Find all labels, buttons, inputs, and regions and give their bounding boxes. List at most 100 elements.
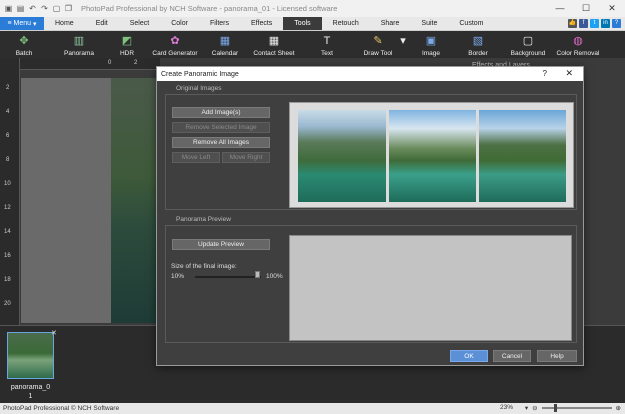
tool-text[interactable]: T Text: [316, 31, 338, 58]
tab-share[interactable]: Share: [370, 17, 411, 30]
ruler-left-label: 20: [4, 301, 11, 307]
copy-icon[interactable]: ❐: [64, 4, 73, 13]
size-slider-thumb[interactable]: [255, 271, 260, 278]
border-icon: ▧: [472, 35, 484, 47]
original-images-title: Original Images: [176, 85, 222, 92]
app-icon: ▣: [4, 4, 13, 13]
tab-edit[interactable]: Edit: [85, 17, 119, 30]
ruler-left-label: 2: [6, 85, 10, 91]
draw-tool-icon: ✎: [373, 35, 383, 47]
toolbar: ✥ Batch ▥ Panorama ◩ HDR ✿ Card Generato…: [0, 31, 625, 58]
twitter-icon[interactable]: t: [590, 19, 599, 28]
original-images-group: Original Images Add Image(s) Remove Sele…: [165, 85, 577, 210]
tool-border[interactable]: ▧ Border: [466, 31, 490, 58]
ruler-left-label: 4: [6, 109, 10, 115]
size-min-label: 10%: [171, 273, 185, 280]
ruler-left-label: 10: [4, 181, 11, 187]
close-icon[interactable]: ✕: [51, 329, 57, 337]
status-bar: PhotoPad Professional © NCH Software 23%…: [0, 403, 625, 414]
text-icon: T: [323, 35, 331, 47]
zoom-slider-thumb[interactable]: [553, 404, 557, 412]
tab-home[interactable]: Home: [44, 17, 85, 30]
zoom-dropdown-icon[interactable]: ▾: [525, 404, 528, 412]
tool-color-removal[interactable]: ◍ Color Removal: [555, 31, 601, 58]
tab-filters[interactable]: Filters: [199, 17, 240, 30]
zoom-slider[interactable]: [541, 404, 612, 412]
dialog-title-bar: Create Panoramic Image ? ✕: [157, 67, 583, 81]
background-icon: ▢: [522, 35, 534, 47]
zoom-in-icon[interactable]: ⊕: [616, 404, 621, 412]
update-preview-button[interactable]: Update Preview: [172, 239, 270, 250]
tool-panorama[interactable]: ▥ Panorama: [62, 31, 96, 58]
chevron-down-icon: ▾: [400, 35, 406, 47]
tab-custom[interactable]: Custom: [448, 17, 494, 30]
zoom-out-icon[interactable]: ⊖: [532, 404, 537, 412]
new-icon[interactable]: ▢: [52, 4, 61, 13]
close-icon[interactable]: ✕: [565, 68, 573, 79]
tab-effects[interactable]: Effects: [240, 17, 283, 30]
redo-icon[interactable]: ↷: [40, 4, 49, 13]
tab-color[interactable]: Color: [160, 17, 199, 30]
panorama-preview-title: Panorama Preview: [176, 216, 231, 223]
tab-select[interactable]: Select: [119, 17, 160, 30]
save-icon[interactable]: ▤: [16, 4, 25, 13]
chevron-down-icon: ▾: [33, 20, 37, 28]
panorama-icon: ▥: [73, 35, 85, 47]
tool-image[interactable]: ▣ Image: [419, 31, 443, 58]
ruler-left-label: 14: [4, 229, 11, 235]
canvas-image[interactable]: [111, 78, 159, 323]
dialog-title: Create Panoramic Image: [161, 70, 239, 78]
ruler-top-label: 0: [108, 60, 112, 66]
help-button[interactable]: Help: [537, 350, 577, 362]
draw-tool-dropdown[interactable]: ▾: [398, 31, 408, 58]
remove-all-images-button[interactable]: Remove All Images: [172, 137, 270, 148]
ruler-left-label: 6: [6, 133, 10, 139]
help-icon[interactable]: ?: [612, 19, 621, 28]
window-title: PhotoPad Professional by NCH Software - …: [81, 4, 338, 13]
source-image-2[interactable]: [389, 110, 476, 202]
image-thumbnail[interactable]: [7, 332, 54, 379]
tool-background[interactable]: ▢ Background: [508, 31, 548, 58]
ruler-left-label: 12: [4, 205, 11, 211]
tool-card-generator[interactable]: ✿ Card Generator: [152, 31, 198, 58]
tab-tools[interactable]: Tools: [283, 17, 322, 30]
source-image-1[interactable]: [298, 110, 386, 202]
social-icons: 👍 f t in ?: [568, 19, 621, 28]
zoom-controls: ▾ ⊖ ⊕: [525, 404, 621, 412]
image-icon: ▣: [425, 35, 437, 47]
ruler-left-label: 8: [6, 157, 10, 163]
source-image-3[interactable]: [479, 110, 566, 202]
thumbs-up-icon[interactable]: 👍: [568, 19, 577, 28]
ruler-left-label: 18: [4, 277, 11, 283]
tool-hdr[interactable]: ◩ HDR: [116, 31, 138, 58]
tool-batch[interactable]: ✥ Batch: [10, 31, 38, 58]
add-images-button[interactable]: Add Image(s): [172, 107, 270, 118]
facebook-icon[interactable]: f: [579, 19, 588, 28]
tool-contact-sheet[interactable]: ▦ Contact Sheet: [252, 31, 296, 58]
title-bar: ▣ ▤ ↶ ↷ ▢ ❐ PhotoPad Professional by NCH…: [0, 0, 625, 17]
maximize-icon[interactable]: ☐: [573, 0, 599, 17]
ruler-top: 0 2: [20, 58, 160, 70]
canvas-background: [21, 78, 111, 323]
cancel-button[interactable]: Cancel: [493, 350, 531, 362]
contact-sheet-icon: ▦: [268, 35, 280, 47]
close-icon[interactable]: ✕: [599, 0, 625, 17]
minimize-icon[interactable]: —: [547, 0, 573, 17]
undo-icon[interactable]: ↶: [28, 4, 37, 13]
tool-draw-tool[interactable]: ✎ Draw Tool: [358, 31, 398, 58]
menu-button[interactable]: ≡ Menu ▾: [0, 17, 44, 30]
status-text: PhotoPad Professional © NCH Software: [3, 405, 120, 412]
panorama-preview-group: Panorama Preview Update Preview: [165, 216, 577, 343]
ok-button[interactable]: OK: [450, 350, 488, 362]
tab-retouch[interactable]: Retouch: [322, 17, 370, 30]
help-icon[interactable]: ?: [543, 69, 547, 78]
move-left-button[interactable]: Move Left: [172, 152, 220, 163]
remove-selected-image-button[interactable]: Remove Selected Image: [172, 122, 270, 133]
color-removal-icon: ◍: [573, 35, 583, 47]
size-slider[interactable]: [195, 276, 261, 278]
tab-suite[interactable]: Suite: [410, 17, 448, 30]
original-images-preview: [289, 102, 574, 208]
tool-calendar[interactable]: ▦ Calendar: [208, 31, 242, 58]
move-right-button[interactable]: Move Right: [222, 152, 270, 163]
linkedin-icon[interactable]: in: [601, 19, 610, 28]
